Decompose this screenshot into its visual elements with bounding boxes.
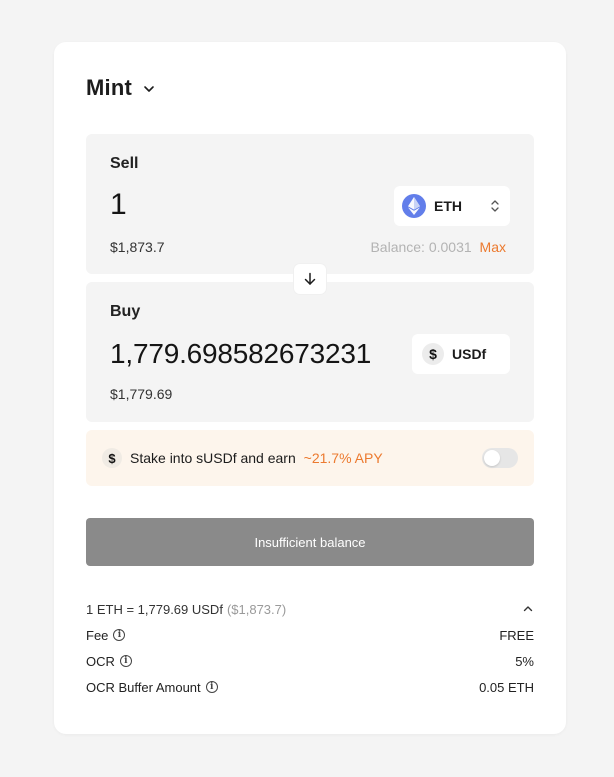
fee-row: Fee i FREE <box>86 626 534 644</box>
buy-fiat-value: $1,779.69 <box>110 386 173 402</box>
sell-fiat-value: $1,873.7 <box>110 239 165 255</box>
sell-amount-input[interactable]: 1 <box>110 188 127 222</box>
balance-label: Balance: <box>370 239 425 255</box>
buy-panel: Buy 1,779.698582673231 $ USDf $1,779.69 <box>86 282 534 422</box>
chevron-up-icon[interactable] <box>522 603 534 615</box>
susdf-icon: $ <box>102 448 122 468</box>
sell-token-selector[interactable]: ETH <box>394 186 510 226</box>
mint-card: Mint Sell 1 ETH $1,873.7 Balance: 0.0031… <box>54 42 566 734</box>
exchange-rate-row: 1 ETH = 1,779.69 USDf ($1,873.7) <box>86 600 534 618</box>
balance-value: 0.0031 <box>428 239 472 255</box>
fee-label: Fee <box>86 627 109 643</box>
max-button[interactable]: Max <box>480 239 506 255</box>
info-icon[interactable]: i <box>205 681 218 693</box>
stake-banner: $ Stake into sUSDf and earn ~21.7% APY <box>86 430 534 486</box>
buy-label: Buy <box>110 303 141 320</box>
arrow-down-icon <box>304 272 316 285</box>
ocr-buffer-label: OCR Buffer Amount <box>86 679 201 695</box>
stake-text: Stake into sUSDf and earn ~21.7% APY <box>130 450 383 466</box>
swap-direction-button[interactable] <box>294 264 326 294</box>
ocr-buffer-row: OCR Buffer Amount i 0.05 ETH <box>86 678 534 696</box>
ocr-label: OCR <box>86 653 115 669</box>
page-title: Mint <box>86 75 133 100</box>
stake-toggle[interactable] <box>482 448 518 468</box>
sell-balance: Balance: 0.0031 Max <box>370 239 506 255</box>
sort-arrows-icon <box>491 200 499 212</box>
ocr-buffer-value: 0.05 ETH <box>479 679 534 695</box>
info-icon[interactable]: i <box>113 629 126 641</box>
chevron-down-icon <box>144 86 154 92</box>
sell-panel: Sell 1 ETH $1,873.7 Balance: 0.0031 Max <box>86 134 534 274</box>
usdf-icon: $ <box>422 343 444 365</box>
buy-token-name: USDf <box>452 346 487 362</box>
buy-amount-output: 1,779.698582673231 <box>110 338 372 369</box>
toggle-knob <box>484 450 500 466</box>
ocr-value: 5% <box>515 653 534 669</box>
sell-label: Sell <box>110 155 139 172</box>
submit-button[interactable]: Insufficient balance <box>86 518 534 566</box>
stake-apy: ~21.7% APY <box>303 450 383 466</box>
mode-selector[interactable]: Mint <box>86 75 156 101</box>
stake-description: Stake into sUSDf and earn <box>130 450 296 466</box>
ocr-row: OCR i 5% <box>86 652 534 670</box>
exchange-rate: 1 ETH = 1,779.69 USDf <box>86 601 223 617</box>
info-icon[interactable]: i <box>119 655 132 667</box>
fee-value: FREE <box>499 627 534 643</box>
transaction-details: 1 ETH = 1,779.69 USDf ($1,873.7) Fee i F… <box>86 600 534 696</box>
exchange-rate-fiat: ($1,873.7) <box>226 601 287 617</box>
eth-icon <box>402 194 426 218</box>
sell-token-name: ETH <box>434 198 462 214</box>
buy-token-selector[interactable]: $ USDf <box>412 334 510 374</box>
